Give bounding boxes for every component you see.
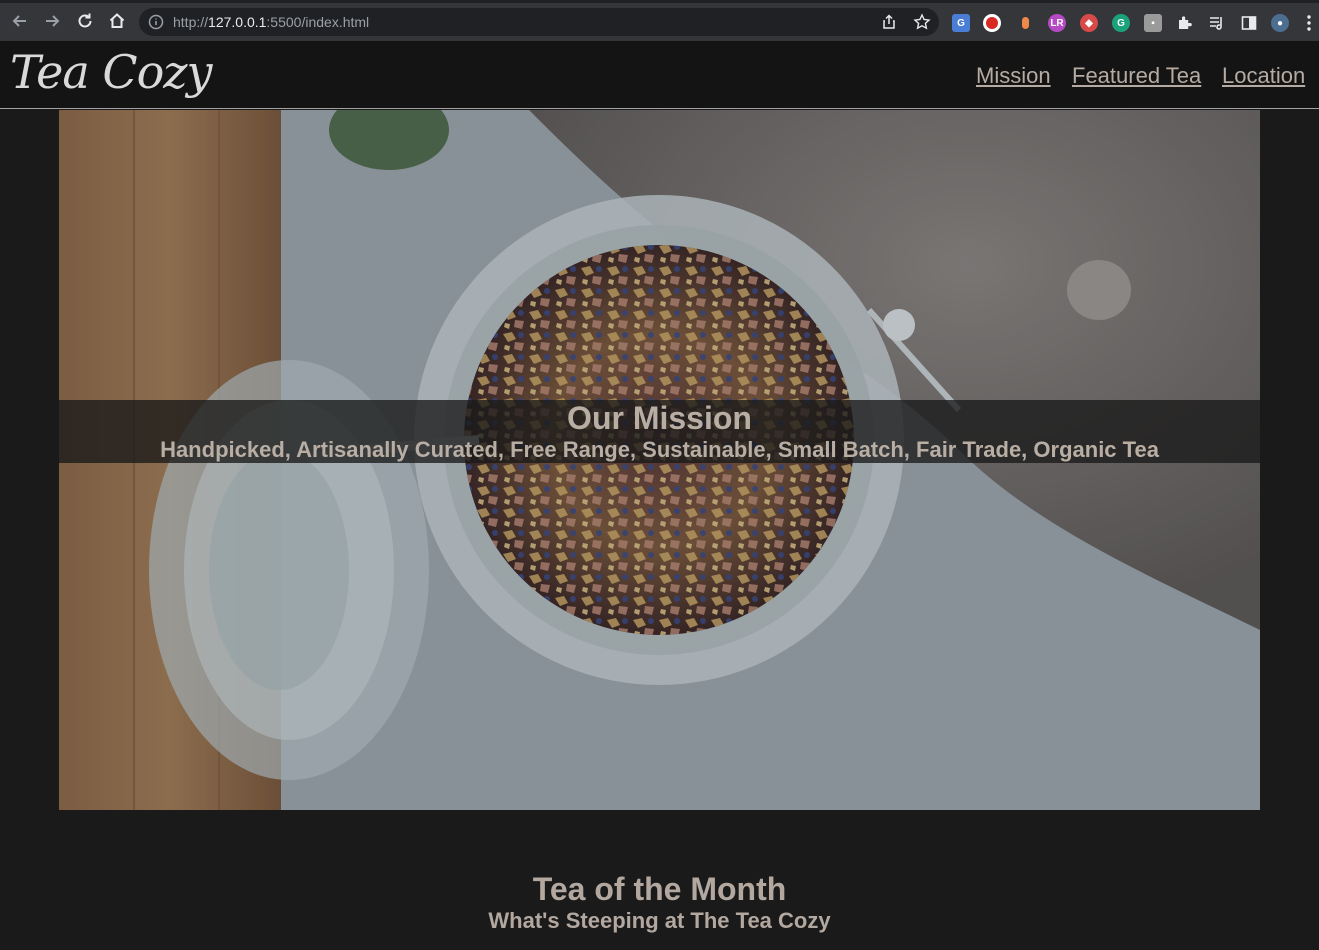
back-button[interactable] <box>8 9 32 33</box>
adblock-extension-icon[interactable] <box>983 14 1001 32</box>
forward-arrow-icon <box>46 15 60 27</box>
site-logo[interactable]: Tea Cozy <box>10 45 212 99</box>
mission-subtitle: Handpicked, Artisanally Curated, Free Ra… <box>160 437 1159 462</box>
info-icon <box>148 14 164 30</box>
site-header: Tea Cozy Mission Featured Tea Location <box>0 41 1319 109</box>
home-icon <box>109 13 125 28</box>
profile-avatar[interactable]: ● <box>1271 14 1289 32</box>
grammarly-extension-icon[interactable]: G <box>1112 14 1130 32</box>
browser-toolbar: http://127.0.0.1:5500/index.html G LR ◆ … <box>0 0 1319 41</box>
reading-list-icon <box>1210 17 1222 30</box>
reload-button[interactable] <box>73 9 97 33</box>
capsule-extension-icon[interactable] <box>1016 14 1034 32</box>
address-bar[interactable]: http://127.0.0.1:5500/index.html <box>139 8 939 36</box>
back-arrow-icon <box>12 15 26 27</box>
home-button[interactable] <box>105 9 129 33</box>
mission-banner: Our Mission Handpicked, Artisanally Cura… <box>59 400 1260 463</box>
star-icon[interactable] <box>913 13 931 31</box>
menu-dots-icon <box>1307 15 1311 31</box>
side-panel-button[interactable] <box>1237 11 1261 35</box>
tea-of-month-title: Tea of the Month <box>532 871 787 907</box>
url-host: 127.0.0.1 <box>208 14 267 30</box>
lr-extension-icon[interactable]: LR <box>1048 14 1066 32</box>
nav-link-location[interactable]: Location <box>1222 63 1305 89</box>
share-icon[interactable] <box>881 14 897 30</box>
gray-extension-icon[interactable]: ▪ <box>1144 14 1162 32</box>
side-panel-icon <box>1241 16 1257 30</box>
extensions-button[interactable] <box>1173 11 1197 35</box>
mission-title: Our Mission <box>567 400 752 436</box>
reading-list-button[interactable] <box>1205 11 1229 35</box>
nav-link-featured-tea[interactable]: Featured Tea <box>1072 63 1201 89</box>
extensions-puzzle-icon <box>1179 16 1192 29</box>
red-extension-icon[interactable]: ◆ <box>1080 14 1098 32</box>
reload-icon <box>78 13 92 28</box>
mission-hero: Our Mission Handpicked, Artisanally Cura… <box>59 110 1260 810</box>
forward-button[interactable] <box>40 9 64 33</box>
browser-menu-button[interactable] <box>1301 11 1317 35</box>
url-text: http://127.0.0.1:5500/index.html <box>173 14 369 30</box>
url-path: :5500/index.html <box>266 14 370 30</box>
nav-link-mission[interactable]: Mission <box>976 63 1051 89</box>
url-scheme: http:// <box>173 14 209 30</box>
tea-of-month-subtitle: What's Steeping at The Tea Cozy <box>488 908 831 933</box>
translate-extension-icon[interactable]: G <box>952 14 970 32</box>
